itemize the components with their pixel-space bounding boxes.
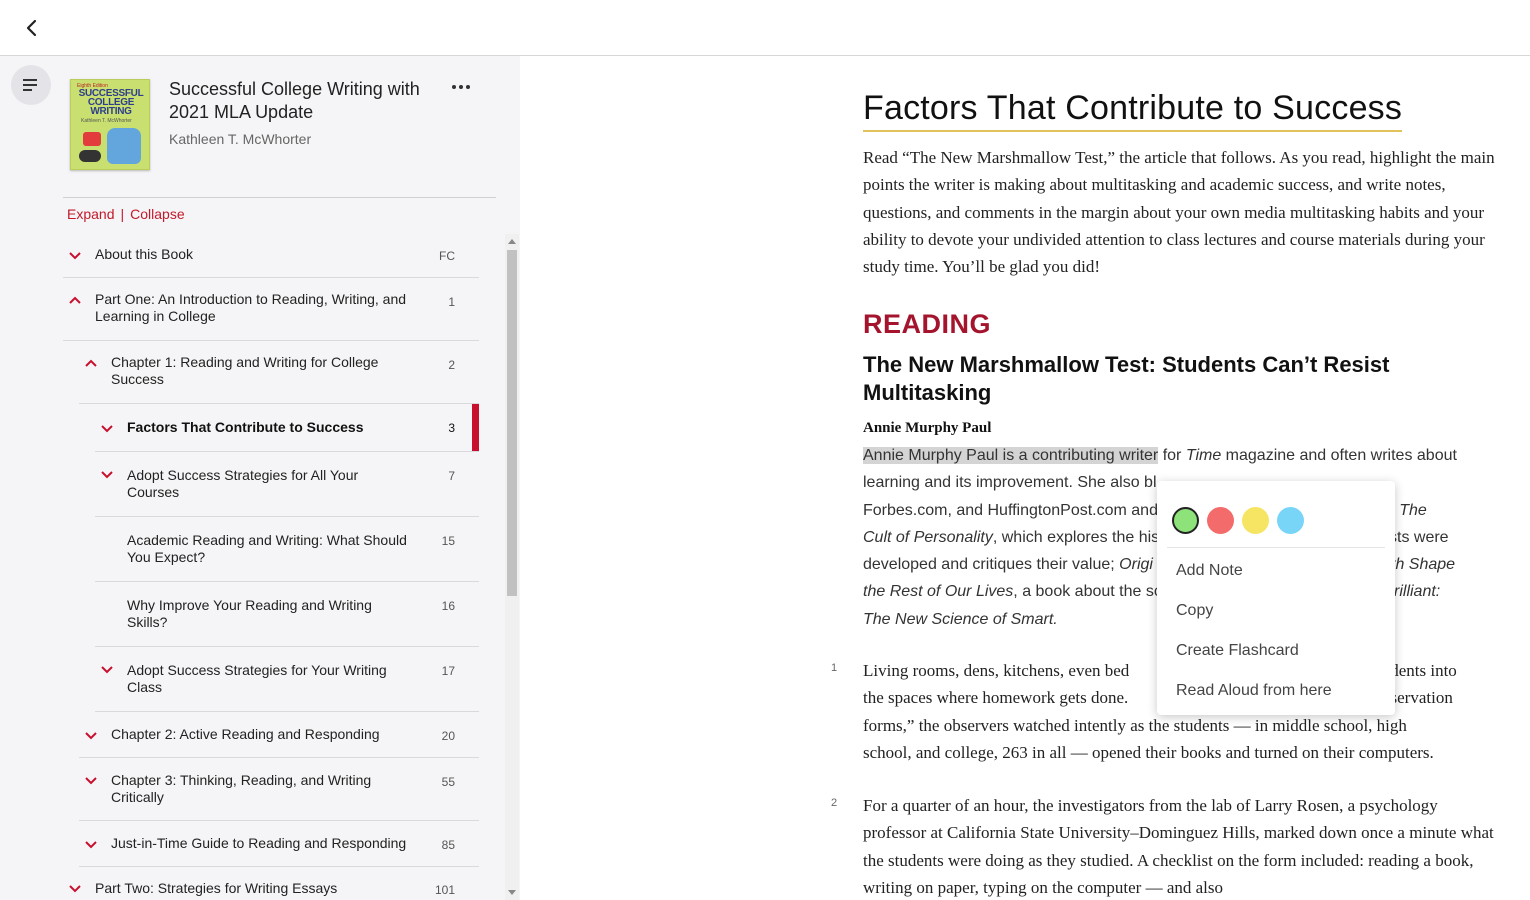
- create-flashcard-menu-item[interactable]: Create Flashcard: [1176, 642, 1299, 660]
- toc-item-page: 1: [448, 295, 455, 309]
- cover-art-headphones: [79, 150, 101, 162]
- chevron-down-icon: [69, 252, 81, 260]
- toc-sidebar: Eighth Edition SUCCESSFUL COLLEGE WRITIN…: [0, 56, 520, 900]
- scroll-down-arrow-icon[interactable]: [508, 890, 516, 895]
- toc-item-page: 20: [441, 729, 455, 743]
- toc-item-label: Adopt Success Strategies for Your Writin…: [127, 662, 387, 695]
- toc-item-about-this-book[interactable]: About this Book FC: [63, 234, 479, 278]
- toc-item-part-two[interactable]: Part Two: Strategies for Writing Essays …: [63, 867, 479, 900]
- collapse-all-link[interactable]: Collapse: [130, 206, 184, 222]
- toc-item-page: 2: [448, 358, 455, 372]
- cover-author: Kathleen T. McWhorter: [81, 118, 132, 124]
- toc-item-label: Part One: An Introduction to Reading, Wr…: [95, 291, 407, 324]
- book-title: Successful College Writing with 2021 MLA…: [169, 79, 420, 122]
- expand-all-link[interactable]: Expand: [67, 206, 114, 222]
- book-cover-image: Eighth Edition SUCCESSFUL COLLEGE WRITIN…: [70, 79, 150, 170]
- chevron-down-icon: [69, 885, 81, 893]
- toc-item-part-one[interactable]: Part One: An Introduction to Reading, Wr…: [63, 278, 479, 341]
- toc-item-label: Factors That Contribute to Success: [127, 419, 364, 435]
- toc-item-label: Chapter 1: Reading and Writing for Colle…: [111, 354, 379, 387]
- toc-item-label: Adopt Success Strategies for All Your Co…: [127, 467, 359, 500]
- chevron-up-icon: [69, 296, 81, 304]
- cover-art-backpack: [107, 128, 141, 164]
- read-aloud-menu-item[interactable]: Read Aloud from here: [1176, 682, 1332, 700]
- top-bar: [0, 0, 1530, 56]
- toc-item-label: About this Book: [95, 246, 194, 262]
- paragraph-number: 2: [831, 797, 838, 809]
- toc-item-label: Academic Reading and Writing: What Shoul…: [127, 532, 407, 565]
- scrollbar-thumb[interactable]: [507, 250, 517, 596]
- toc-item-label: Chapter 2: Active Reading and Responding: [111, 726, 380, 742]
- highlight-color-green[interactable]: [1172, 507, 1199, 534]
- article-title: The New Marshmallow Test: Students Can’t…: [863, 352, 1390, 405]
- back-button[interactable]: [18, 14, 46, 42]
- toc-menu-button[interactable]: [11, 65, 51, 105]
- toc-item-adopt-success-strategies-all-courses[interactable]: Adopt Success Strategies for All Your Co…: [95, 452, 479, 517]
- highlight-color-red[interactable]: [1207, 507, 1234, 534]
- toc-item-page: 3: [448, 421, 455, 435]
- copy-menu-item[interactable]: Copy: [1176, 602, 1213, 620]
- chevron-down-icon: [101, 471, 113, 479]
- add-note-menu-item[interactable]: Add Note: [1176, 562, 1243, 580]
- highlight-context-menu: Add Note Copy Create Flashcard Read Alou…: [1157, 481, 1395, 715]
- menu-lines-icon: [23, 79, 37, 91]
- chevron-down-icon: [101, 425, 113, 433]
- body-paragraph-2: For a quarter of an hour, the investigat…: [863, 796, 1494, 897]
- toc-item-label: Why Improve Your Reading and Writing Ski…: [127, 597, 372, 630]
- toc-item-just-in-time-guide[interactable]: Just-in-Time Guide to Reading and Respon…: [79, 821, 479, 867]
- toc-item-page: 85: [441, 838, 455, 852]
- chevron-down-icon: [85, 841, 97, 849]
- toc-item-page: 101: [434, 883, 455, 897]
- active-item-indicator: [472, 404, 479, 451]
- toc-item-page: FC: [439, 249, 455, 263]
- highlighted-selection[interactable]: Annie Murphy Paul is a contributing writ…: [863, 447, 1159, 464]
- cover-title: SUCCESSFUL COLLEGE WRITING: [78, 88, 144, 117]
- reading-pane: Factors That Contribute to Success Read …: [521, 56, 1530, 900]
- section-heading: Factors That Contribute to Success: [863, 89, 1403, 132]
- toc-item-label: Part Two: Strategies for Writing Essays: [95, 880, 338, 896]
- toc-scrollbar[interactable]: [505, 234, 519, 900]
- toc-item-academic-reading-and-writing[interactable]: Academic Reading and Writing: What Shoul…: [95, 517, 479, 582]
- toc-item-page: 55: [441, 775, 455, 789]
- more-options-button[interactable]: [450, 78, 472, 100]
- toc-item-chapter-3[interactable]: Chapter 3: Thinking, Reading, and Writin…: [79, 758, 479, 821]
- context-menu-divider: [1167, 547, 1385, 548]
- cover-art-shape: [83, 132, 101, 146]
- chevron-down-icon: [101, 666, 113, 674]
- highlight-color-blue[interactable]: [1277, 507, 1304, 534]
- toc-item-chapter-2[interactable]: Chapter 2: Active Reading and Responding…: [79, 712, 479, 758]
- toc-item-page: 16: [441, 599, 455, 613]
- expand-collapse-controls: Expand | Collapse: [67, 206, 185, 222]
- toc-item-why-improve-your-reading[interactable]: Why Improve Your Reading and Writing Ski…: [95, 582, 479, 647]
- toc-item-page: 17: [441, 664, 455, 678]
- article-byline: Annie Murphy Paul: [863, 420, 992, 436]
- toc-item-adopt-success-strategies-writing-class[interactable]: Adopt Success Strategies for Your Writin…: [95, 647, 479, 712]
- expand-collapse-separator: |: [120, 206, 125, 222]
- highlight-color-yellow[interactable]: [1242, 507, 1269, 534]
- toc-item-label: Just-in-Time Guide to Reading and Respon…: [111, 835, 407, 851]
- sidebar-divider: [63, 197, 496, 198]
- more-horizontal-icon: [452, 85, 470, 89]
- toc-item-factors-that-contribute-to-success[interactable]: Factors That Contribute to Success 3: [95, 404, 479, 452]
- toc-item-label: Chapter 3: Thinking, Reading, and Writin…: [111, 772, 372, 805]
- toc-item-page: 15: [441, 534, 455, 548]
- chevron-left-icon: [26, 19, 37, 37]
- toc-item-page: 7: [448, 469, 455, 483]
- chevron-up-icon: [85, 359, 97, 367]
- toc-item-chapter-1[interactable]: Chapter 1: Reading and Writing for Colle…: [79, 341, 479, 404]
- reading-label: READING: [863, 309, 992, 339]
- scroll-up-arrow-icon[interactable]: [508, 239, 516, 244]
- chevron-down-icon: [85, 732, 97, 740]
- paragraph-number: 1: [831, 662, 838, 674]
- chevron-down-icon: [85, 777, 97, 785]
- book-author: Kathleen T. McWhorter: [169, 131, 312, 147]
- intro-paragraph: Read “The New Marshmallow Test,” the art…: [863, 148, 1495, 277]
